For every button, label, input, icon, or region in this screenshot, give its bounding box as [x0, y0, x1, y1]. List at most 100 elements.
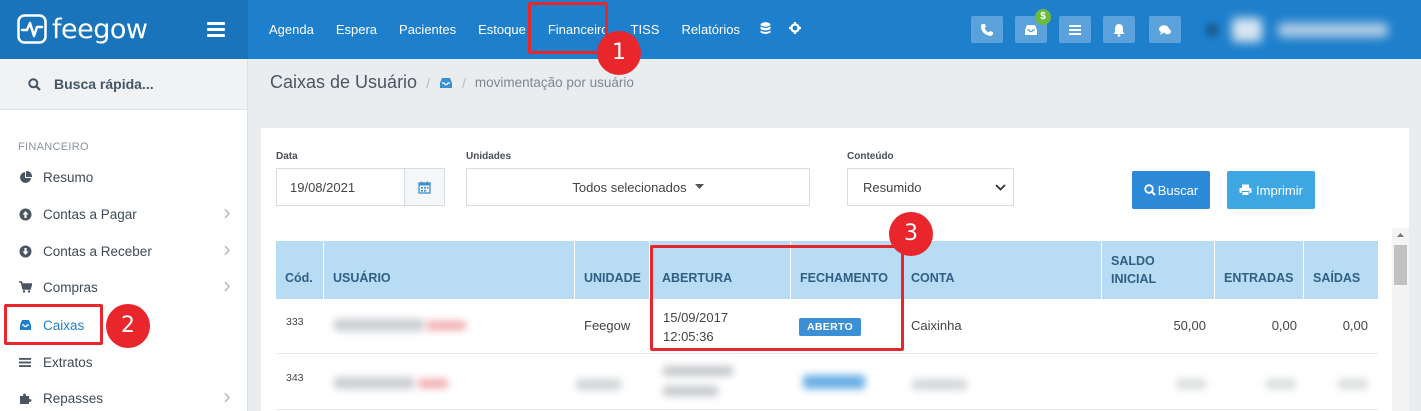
sidebar-item-label: Contas a Pagar [43, 206, 137, 222]
puzzle-icon [18, 391, 32, 405]
sidebar-item-label: Contas a Receber [43, 243, 152, 259]
annotation-box-financeiro [528, 2, 608, 54]
scrollbar-thumb[interactable] [1394, 245, 1407, 285]
chevron-right-icon [224, 208, 230, 219]
caret-down-icon [694, 184, 704, 189]
row-conta: Caixinha [911, 318, 962, 333]
gear-icon[interactable] [780, 22, 810, 37]
menu-toggle-icon[interactable] [207, 22, 225, 37]
row-unidade: Feegow [584, 318, 631, 333]
chevron-down-icon [995, 183, 1006, 191]
redacted-abertura-time [663, 386, 718, 396]
nav-agenda[interactable]: Agenda [258, 0, 325, 59]
avatar[interactable] [1232, 18, 1262, 42]
redacted-abertura-date [663, 366, 733, 376]
phone-button[interactable] [971, 16, 1003, 43]
annotation-box-abertura-fechamento [650, 245, 904, 351]
sidebar-item-label: Resumo [43, 169, 94, 185]
redacted-user-tag [418, 379, 448, 388]
search-icon [28, 77, 41, 91]
redacted-user-name [334, 377, 414, 389]
chevron-right-icon [224, 281, 230, 292]
nav-relatorios[interactable]: Relatórios [670, 0, 751, 59]
search-icon [1144, 184, 1156, 196]
column-header-saidas[interactable]: SAÍDAS [1304, 241, 1378, 299]
table-row[interactable]: 343 [276, 355, 1378, 410]
dollar-badge: $ [1035, 9, 1051, 25]
chat-button[interactable] [1149, 16, 1181, 43]
redacted-user-name [334, 319, 424, 331]
database-icon[interactable] [751, 21, 780, 38]
chat-icon [1159, 24, 1171, 35]
user-status-dot [1205, 23, 1219, 37]
column-header-entradas[interactable]: ENTRADAS [1215, 241, 1304, 299]
chevron-right-icon [224, 392, 230, 403]
phone-icon [981, 23, 993, 36]
user-name-redacted[interactable] [1278, 23, 1388, 37]
units-select[interactable]: Todos selecionados [466, 168, 810, 206]
column-header-conta[interactable]: CONTA [902, 241, 1102, 299]
date-label: Data [276, 151, 298, 162]
inbox-icon [1025, 24, 1037, 35]
column-header-usuario[interactable]: USUÁRIO [324, 241, 575, 299]
units-label: Unidades [466, 151, 512, 162]
sidebar-section-title: FINANCEIRO [18, 141, 89, 153]
scroll-up-icon[interactable] [1392, 229, 1409, 241]
saldo-inicial-label: SALDO INICIAL [1111, 254, 1157, 286]
row-entradas: 0,00 [1271, 318, 1297, 333]
redacted-entradas [1266, 379, 1296, 389]
cash-drawer-button[interactable]: $ [1015, 9, 1051, 43]
notifications-button[interactable] [1103, 16, 1135, 43]
column-header-cod[interactable]: Cód. [276, 241, 324, 299]
column-header-saldo-inicial[interactable]: SALDO INICIAL [1102, 241, 1215, 299]
date-input[interactable]: 19/08/2021 [276, 168, 445, 206]
list-icon [18, 355, 32, 369]
units-value: Todos selecionados [572, 179, 687, 195]
search-button-label: Buscar [1157, 182, 1199, 198]
sidebar-item-label: Compras [43, 279, 98, 295]
sidebar-item-resumo[interactable]: Resumo [0, 162, 247, 192]
redacted-saldo [1176, 379, 1206, 389]
quick-search[interactable]: Busca rápida... [0, 59, 247, 110]
redacted-unidade [576, 379, 621, 390]
calendar-button[interactable] [404, 169, 444, 205]
top-bar: feegow Agenda Espera Pacientes Estoque F… [0, 0, 1421, 59]
redacted-saidas [1338, 379, 1368, 389]
row-cod: 333 [286, 316, 304, 328]
nav-estoque[interactable]: Estoque [467, 0, 537, 59]
sidebar-item-label: Extratos [43, 354, 93, 370]
nav-pacientes[interactable]: Pacientes [388, 0, 467, 59]
annotation-number-2: 2 [106, 304, 150, 348]
sidebar-item-contas-a-pagar[interactable]: Contas a Pagar [0, 199, 247, 229]
list-button[interactable] [1059, 16, 1091, 43]
page-title: Caixas de Usuário [270, 72, 418, 92]
breadcrumb: Caixas de Usuário / / movimentação por u… [270, 72, 634, 93]
print-button[interactable]: Imprimir [1227, 171, 1315, 209]
cart-icon [18, 280, 32, 294]
pie-chart-icon [18, 170, 32, 184]
quick-search-label: Busca rápida... [54, 76, 154, 92]
sidebar: Busca rápida... FINANCEIRO Resumo Contas… [0, 59, 248, 411]
search-button[interactable]: Buscar [1132, 171, 1210, 209]
annotation-box-caixas [4, 304, 103, 345]
sidebar-item-compras[interactable]: Compras [0, 272, 247, 302]
list-icon [1069, 24, 1081, 35]
breadcrumb-separator: / [461, 74, 466, 91]
sidebar-item-extratos[interactable]: Extratos [0, 347, 247, 377]
nav-espera[interactable]: Espera [325, 0, 388, 59]
content-label: Conteúdo [847, 151, 894, 162]
content-select[interactable]: Resumido [847, 168, 1014, 206]
sidebar-item-repasses[interactable]: Repasses [0, 383, 247, 411]
column-header-unidade[interactable]: UNIDADE [575, 241, 650, 299]
feegow-logo-icon [17, 14, 47, 44]
content-value: Resumido [863, 179, 922, 195]
chevron-right-icon [224, 245, 230, 256]
redacted-user-tag [426, 321, 466, 330]
breadcrumb-separator: / [426, 74, 430, 91]
printer-icon [1239, 184, 1252, 196]
breadcrumb-current: movimentação por usuário [474, 75, 634, 90]
calendar-icon [418, 181, 431, 194]
redacted-status-badge [803, 375, 865, 389]
print-button-label: Imprimir [1256, 182, 1303, 198]
sidebar-item-contas-a-receber[interactable]: Contas a Receber [0, 236, 247, 266]
